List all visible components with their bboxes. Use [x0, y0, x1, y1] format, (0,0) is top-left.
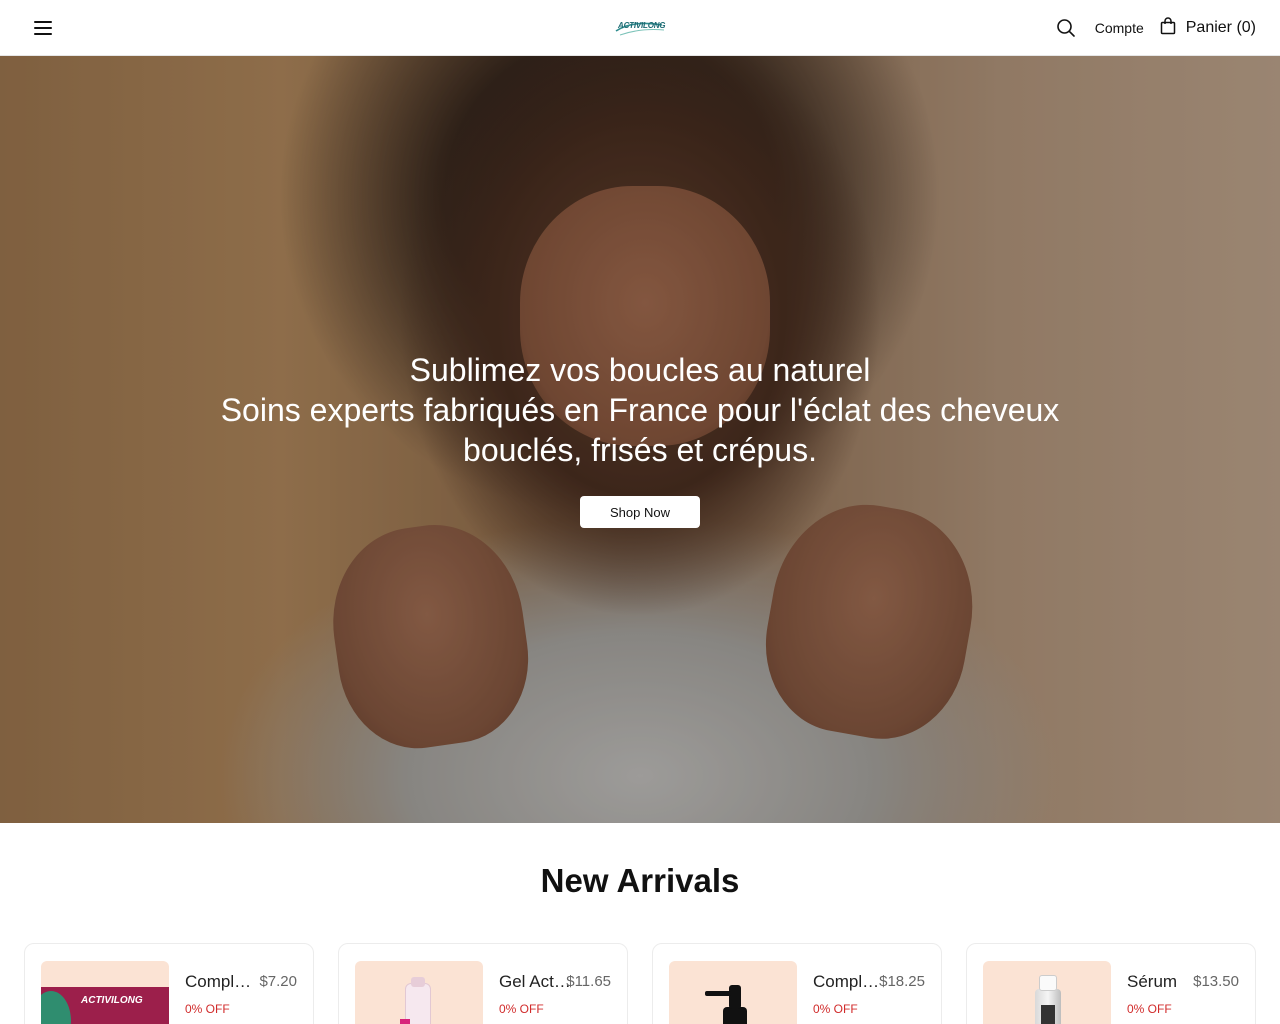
cart-button[interactable]: Panier (0): [1160, 16, 1256, 40]
section-title: New Arrivals: [540, 862, 740, 899]
product-card[interactable]: ACTIVILONG Complément $7.20 0% OFF: [24, 943, 314, 1024]
product-image: ACTIVILONG: [41, 961, 169, 1024]
discount-badge: 0% OFF: [499, 1002, 544, 1016]
header-actions: Compte Panier (0): [1055, 0, 1256, 56]
product-price: $18.25: [879, 973, 925, 990]
product-image: [669, 961, 797, 1024]
account-link[interactable]: Compte: [1095, 20, 1144, 36]
logo-text: ACTIVILONG: [618, 21, 666, 30]
hero-banner: Sublimez vos boucles au naturel Soins ex…: [0, 56, 1280, 823]
discount-badge: 0% OFF: [185, 1002, 230, 1016]
product-card[interactable]: Sérum $13.50 0% OFF: [966, 943, 1256, 1024]
product-name: Complément: [185, 972, 257, 991]
product-image: [983, 961, 1111, 1024]
cart-label: Panier (0): [1185, 19, 1256, 36]
hero-subtitle: Soins experts fabriqués en France pour l…: [220, 392, 1060, 468]
product-list: ACTIVILONG Complément $7.20 0% OFF Gel A…: [24, 943, 1256, 1024]
menu-icon[interactable]: [34, 20, 54, 36]
hero-text: Sublimez vos boucles au naturel Soins ex…: [0, 350, 1280, 470]
product-price: $13.50: [1193, 973, 1239, 990]
product-name: Sérum: [1127, 972, 1178, 991]
shopping-bag-icon: [1160, 16, 1176, 40]
discount-badge: 0% OFF: [1127, 1002, 1172, 1016]
hero-title: Sublimez vos boucles au naturel: [409, 352, 871, 388]
product-card[interactable]: Complexe $18.25 0% OFF: [652, 943, 942, 1024]
product-name: Gel Activilong: [499, 972, 571, 991]
product-price: $11.65: [566, 973, 611, 990]
product-price: $7.20: [259, 973, 297, 990]
site-header: ACTIVILONG Compte Panier (0): [0, 0, 1280, 56]
site-logo[interactable]: ACTIVILONG: [612, 16, 668, 40]
product-card[interactable]: Gel Activilong $11.65 0% OFF: [338, 943, 628, 1024]
product-image: [355, 961, 483, 1024]
discount-badge: 0% OFF: [813, 1002, 858, 1016]
product-name: Complexe: [813, 972, 885, 991]
search-icon[interactable]: [1055, 17, 1077, 39]
shop-now-button[interactable]: Shop Now: [580, 496, 700, 528]
